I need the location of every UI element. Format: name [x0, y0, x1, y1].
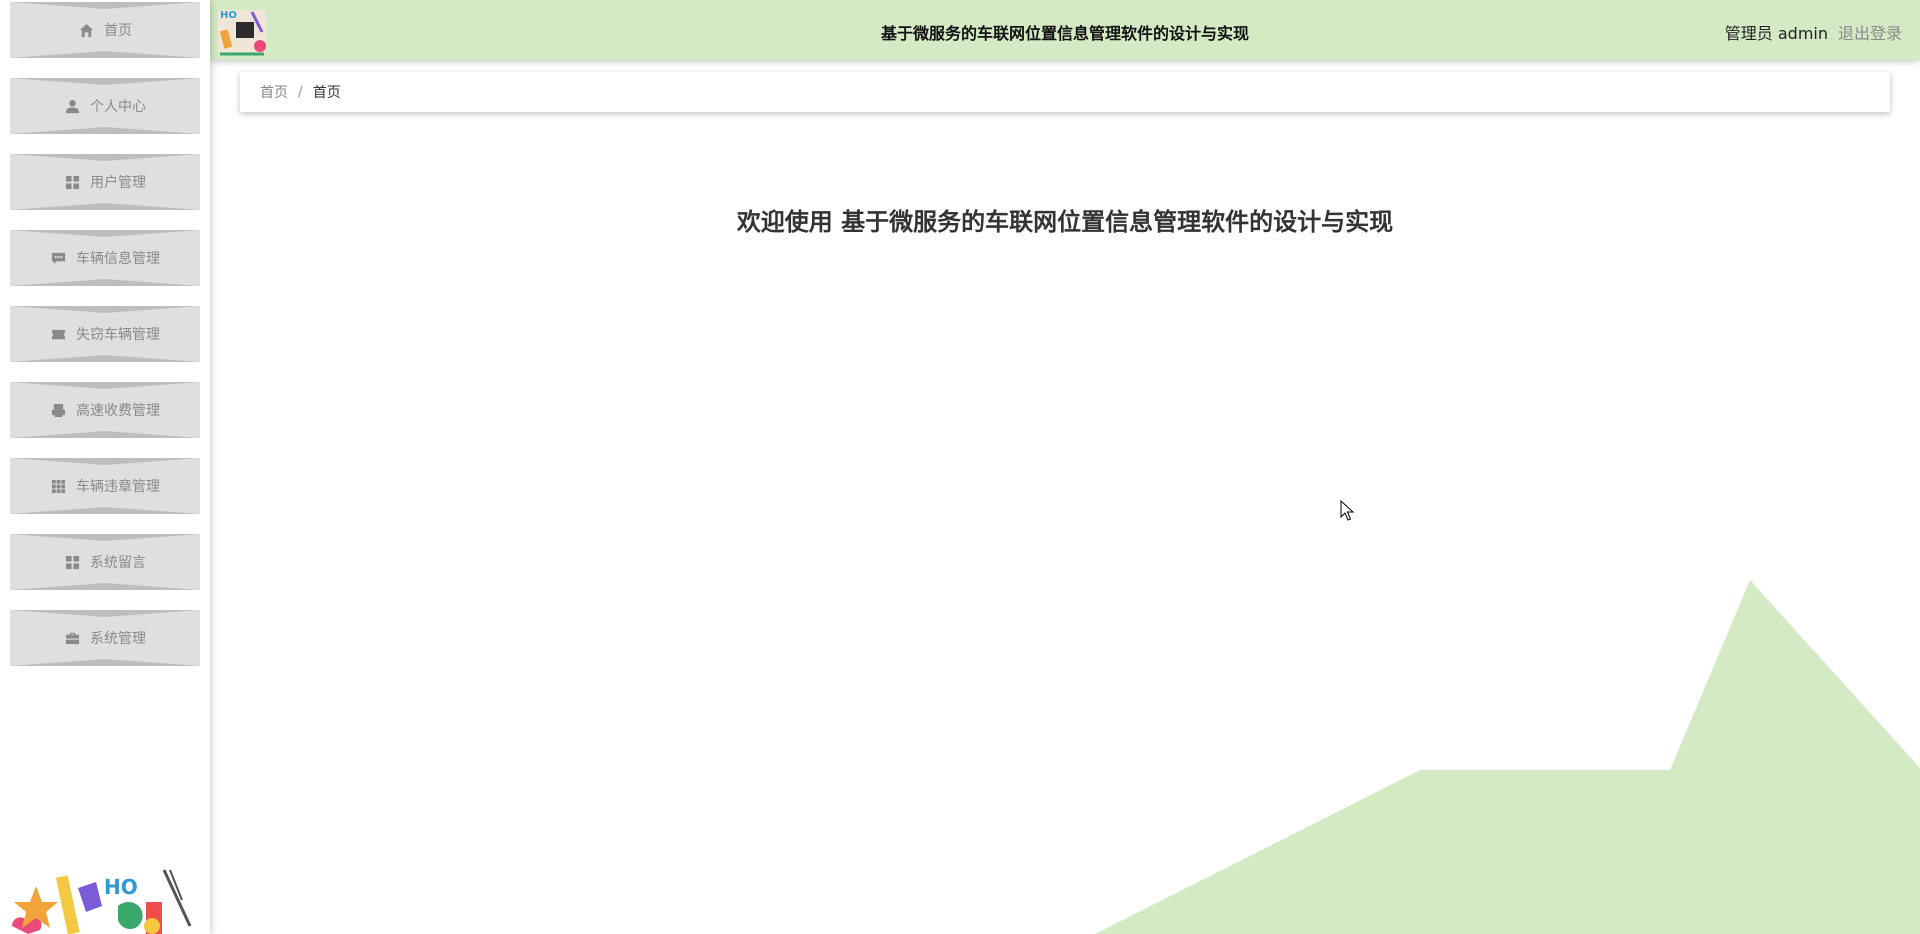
sidebar-item-label: 失窃车辆管理	[76, 327, 160, 343]
breadcrumb-separator: /	[298, 84, 303, 100]
app-title: 基于微服务的车联网位置信息管理软件的设计与实现	[880, 24, 1249, 43]
sidebar-item-label: 车辆信息管理	[76, 251, 160, 267]
sidebar-item-label: 用户管理	[90, 175, 146, 191]
sidebar-item-stolen-vehicles[interactable]: 失窃车辆管理	[10, 306, 200, 362]
briefcase-icon	[64, 630, 80, 646]
apps-icon	[50, 478, 66, 494]
ticket-icon	[50, 326, 66, 342]
sidebar-item-label: 首页	[104, 23, 132, 39]
decorative-illustration: HO	[12, 869, 192, 934]
current-user-label: 管理员 admin	[1724, 24, 1828, 43]
sidebar-item-home[interactable]: 首页	[10, 2, 200, 58]
printer-icon	[50, 402, 66, 418]
home-icon	[78, 22, 94, 38]
breadcrumb: 首页 / 首页	[240, 72, 1890, 112]
sidebar-item-toll-management[interactable]: 高速收费管理	[10, 382, 200, 438]
top-header: HO 基于微服务的车联网位置信息管理软件的设计与实现 管理员 admin 退出登…	[210, 0, 1920, 60]
sidebar-item-label: 车辆违章管理	[76, 479, 160, 495]
sidebar-item-system-messages[interactable]: 系统留言	[10, 534, 200, 590]
sidebar-item-vehicle-info[interactable]: 车辆信息管理	[10, 230, 200, 286]
sidebar-item-label: 系统管理	[90, 631, 146, 647]
sidebar-item-label: 系统留言	[90, 555, 146, 571]
background-mountain-shape	[1095, 580, 1920, 934]
grid-icon	[64, 174, 80, 190]
mouse-cursor-icon	[1340, 500, 1355, 521]
sidebar-item-user-management[interactable]: 用户管理	[10, 154, 200, 210]
welcome-heading: 欢迎使用 基于微服务的车联网位置信息管理软件的设计与实现	[736, 208, 1394, 236]
comment-icon	[50, 250, 66, 266]
sidebar: 首页 个人中心 用户管理 车辆信息管理 失窃车辆管理 高速收费管理 车辆违章管理…	[0, 0, 210, 934]
sidebar-item-personal-center[interactable]: 个人中心	[10, 78, 200, 134]
user-icon	[64, 98, 80, 114]
logout-link[interactable]: 退出登录	[1838, 20, 1902, 44]
breadcrumb-home-link[interactable]: 首页	[260, 82, 288, 102]
breadcrumb-current: 首页	[312, 85, 341, 101]
grid-icon	[64, 554, 80, 570]
sidebar-item-violation-management[interactable]: 车辆违章管理	[10, 458, 200, 514]
sidebar-item-system-management[interactable]: 系统管理	[10, 610, 200, 666]
sidebar-item-label: 高速收费管理	[76, 403, 160, 419]
svg-text:HO: HO	[104, 875, 138, 899]
sidebar-item-label: 个人中心	[90, 99, 146, 115]
